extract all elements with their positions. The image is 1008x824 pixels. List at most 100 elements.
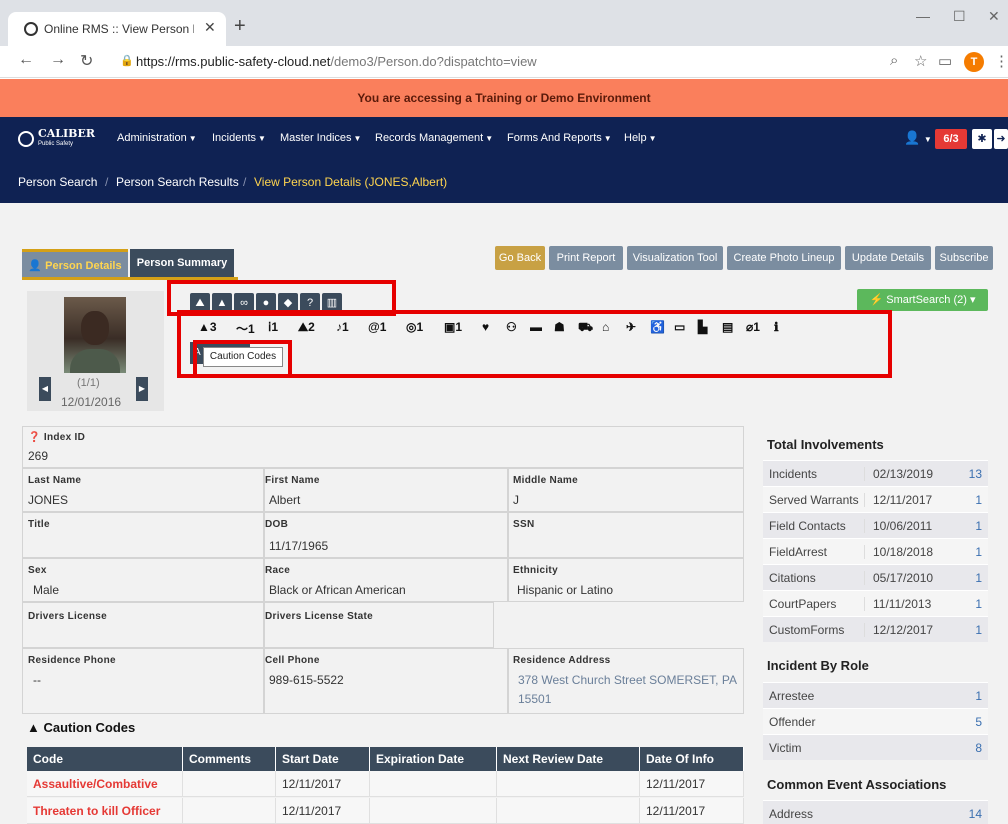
sex-value: Male: [33, 583, 60, 597]
involvement-count[interactable]: 1: [975, 519, 982, 533]
photo-prev-icon[interactable]: ◀: [39, 377, 51, 401]
table-row: Threaten to kill Officer 12/11/2017 12/1…: [27, 798, 744, 824]
browser-tab[interactable]: Online RMS :: View Person Details ✕: [8, 12, 226, 46]
go-back-button[interactable]: Go Back: [495, 246, 545, 270]
index-id-label: ❓ Index ID: [28, 432, 86, 443]
col-expiration-date[interactable]: Expiration Date: [370, 747, 497, 771]
residence-address-line2[interactable]: 15501: [518, 692, 551, 706]
breadcrumb-search-results[interactable]: Person Search Results: [116, 175, 239, 189]
dob-label: DOB: [265, 519, 289, 530]
role-count[interactable]: 1: [975, 689, 982, 703]
residence-address-line1[interactable]: 378 West Church Street SOMERSET, PA: [518, 673, 737, 687]
ethnicity-field: Ethnicity Hispanic or Latino: [508, 558, 744, 602]
browser-tabstrip: Online RMS :: View Person Details ✕ + — …: [0, 0, 1008, 46]
cell-phone-field: Cell Phone 989-615-5522: [264, 648, 508, 714]
ssn-field: SSN: [508, 512, 744, 558]
print-report-button[interactable]: Print Report: [549, 246, 623, 270]
breadcrumb-person-search[interactable]: Person Search: [18, 175, 97, 189]
expiration-date-cell: [370, 798, 497, 824]
involvement-label: Served Warrants: [769, 493, 859, 507]
logout-icon[interactable]: ➜: [994, 129, 1008, 149]
list-item: Incidents 02/13/2019 13: [763, 460, 988, 486]
start-date-cell: 12/11/2017: [276, 798, 370, 824]
involvement-count[interactable]: 1: [975, 597, 982, 611]
involvement-count[interactable]: 1: [975, 571, 982, 585]
table-row: Assaultive/Combative 12/11/2017 12/11/20…: [27, 771, 744, 797]
menu-incidents[interactable]: Incidents ▼: [212, 132, 266, 144]
middle-name-label: Middle Name: [513, 475, 578, 486]
col-start-date[interactable]: Start Date: [276, 747, 370, 771]
menu-records-management[interactable]: Records Management ▼: [375, 132, 493, 144]
menu-forms-and-reports[interactable]: Forms And Reports ▼: [507, 132, 612, 144]
browser-menu-icon[interactable]: ⋮: [994, 52, 1008, 70]
list-item: Address 14: [763, 800, 988, 824]
caution-code-cell[interactable]: Threaten to kill Officer: [27, 798, 183, 824]
photo-next-icon[interactable]: ▶: [136, 377, 148, 401]
logo-subtitle: Public Safety: [38, 141, 74, 147]
race-label: Race: [265, 565, 291, 576]
role-label: Arrestee: [769, 689, 815, 703]
total-involvements-title: Total Involvements: [767, 437, 884, 452]
demo-environment-banner: You are accessing a Training or Demo Env…: [0, 79, 1008, 117]
last-name-value: JONES: [28, 493, 69, 507]
subscribe-button[interactable]: Subscribe: [935, 246, 993, 270]
back-icon[interactable]: ←: [18, 51, 34, 69]
involvement-count[interactable]: 1: [975, 493, 982, 507]
first-name-label: First Name: [265, 475, 320, 486]
col-comments[interactable]: Comments: [183, 747, 276, 771]
col-date-of-info[interactable]: Date Of Info: [640, 747, 744, 771]
residence-address-label: Residence Address: [513, 655, 611, 666]
residence-address-field: Residence Address 378 West Church Street…: [508, 648, 744, 714]
first-name-value: Albert: [269, 493, 301, 507]
menu-help[interactable]: Help ▼: [624, 132, 657, 144]
event-count[interactable]: 14: [969, 807, 982, 821]
menu-master-indices[interactable]: Master Indices ▼: [280, 132, 361, 144]
role-count[interactable]: 5: [975, 715, 982, 729]
notification-badge[interactable]: 6/3: [935, 129, 967, 149]
minimize-icon[interactable]: —: [916, 8, 930, 24]
address-bar[interactable]: 🔒 https://rms.public-safety-cloud.net/de…: [120, 50, 880, 74]
col-code[interactable]: Code: [27, 747, 183, 771]
tab-person-summary[interactable]: Person Summary: [130, 249, 234, 277]
menu-administration[interactable]: Administration ▼: [117, 132, 197, 144]
reload-icon[interactable]: ↻: [80, 51, 93, 71]
visualization-tool-button[interactable]: Visualization Tool: [627, 246, 723, 270]
close-window-icon[interactable]: ✕: [988, 8, 1000, 25]
drivers-license-label: Drivers License: [28, 611, 107, 622]
settings-icon[interactable]: ✱: [972, 129, 992, 149]
expiration-date-cell: [370, 771, 497, 797]
role-count[interactable]: 8: [975, 741, 982, 755]
forward-icon[interactable]: →: [50, 51, 66, 69]
first-name-field: First Name Albert: [264, 468, 508, 512]
col-next-review-date[interactable]: Next Review Date: [497, 747, 640, 771]
title-field: Title: [22, 512, 264, 558]
involvement-date: 12/12/2017: [864, 623, 933, 637]
involvement-date: 11/11/2013: [864, 597, 931, 611]
index-id-field: ❓ Index ID 269: [22, 426, 744, 468]
residence-phone-value: --: [33, 673, 41, 687]
maximize-icon[interactable]: ☐: [953, 8, 966, 25]
drivers-license-state-field: Drivers License State: [264, 602, 494, 648]
smartsearch-button[interactable]: ⚡ SmartSearch (2) ▾: [857, 289, 988, 311]
index-id-value: 269: [28, 449, 49, 463]
list-item: Served Warrants 12/11/2017 1: [763, 486, 988, 512]
involvement-count[interactable]: 13: [969, 467, 982, 481]
breadcrumb-separator: /: [105, 175, 109, 189]
involvement-count[interactable]: 1: [975, 623, 982, 637]
zoom-icon[interactable]: ⌕: [890, 52, 898, 69]
extension-icon[interactable]: ▭: [938, 52, 952, 70]
breadcrumb-current: View Person Details (JONES,Albert): [254, 175, 448, 189]
create-photo-lineup-button[interactable]: Create Photo Lineup: [727, 246, 841, 270]
involvement-count[interactable]: 1: [975, 545, 982, 559]
bookmark-star-icon[interactable]: ☆: [914, 52, 927, 70]
review-date-cell: [497, 798, 640, 824]
person-photo[interactable]: [64, 297, 126, 373]
review-date-cell: [497, 771, 640, 797]
user-menu-icon[interactable]: 👤 ▼: [904, 130, 932, 146]
new-tab-icon[interactable]: +: [234, 15, 246, 38]
caution-code-cell[interactable]: Assaultive/Combative: [27, 771, 183, 797]
tab-close-icon[interactable]: ✕: [204, 19, 216, 36]
update-details-button[interactable]: Update Details: [845, 246, 931, 270]
profile-avatar[interactable]: T: [964, 52, 984, 72]
tab-person-details[interactable]: 👤 Person Details: [22, 249, 128, 277]
